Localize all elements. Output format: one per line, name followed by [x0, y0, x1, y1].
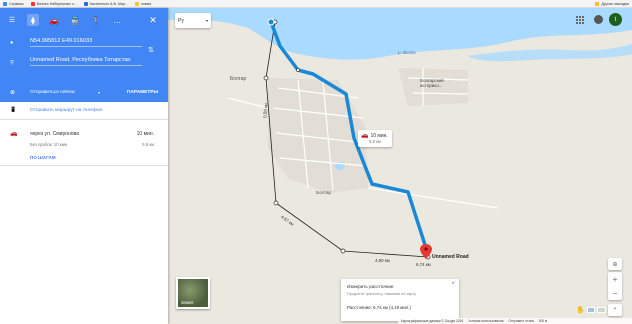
- folder-icon: [595, 2, 600, 6]
- my-location-button[interactable]: ⊕: [608, 258, 622, 270]
- apps-grid-icon[interactable]: [576, 16, 584, 24]
- route-via: через ул. Смиронова: [30, 131, 79, 137]
- details-link[interactable]: ПО ШАГАМ: [30, 155, 56, 160]
- dropdown-arrow-icon: ▾: [98, 90, 101, 95]
- zoom-out-button[interactable]: −: [613, 289, 618, 298]
- route-traffic: Без пробок: 10 мин.: [30, 142, 69, 147]
- departure-row: ⊕ Отправиться сейчас ▾ ПАРАМЕТРЫ: [0, 84, 168, 102]
- dropdown-arrow-icon: ▾: [205, 18, 208, 23]
- route-distance: 5,9 км: [142, 142, 154, 147]
- add-stop-icon[interactable]: ⊕: [10, 89, 15, 96]
- zoom-controls: + −: [608, 272, 622, 300]
- destination-label: Unnamed Road: [432, 254, 469, 260]
- scale-label: 500 м: [538, 319, 548, 323]
- bookmark-apps[interactable]: Сервисы: [3, 1, 24, 6]
- origin-dot: [267, 18, 275, 26]
- map-canvas[interactable]: Болгар Болтар Болгарский историко... р. …: [168, 8, 632, 324]
- travel-mode-transit-icon[interactable]: 🚆: [69, 14, 81, 26]
- travel-mode-car-icon[interactable]: 🚗: [48, 14, 60, 26]
- travel-mode-walk-icon[interactable]: 🚶: [90, 14, 102, 26]
- other-bookmarks[interactable]: Другие закладки: [595, 0, 629, 7]
- route-time: 10 мин.: [136, 131, 154, 137]
- browser-window: Сервисы Бизнес Набережных с... Касательн…: [0, 0, 632, 324]
- bookmark-favicon-icon: [30, 1, 35, 6]
- origin-marker-icon: ●: [10, 40, 14, 46]
- bookmarks-bar: Сервисы Бизнес Набережных с... Касательн…: [0, 0, 632, 8]
- river-branch: [468, 44, 632, 62]
- car-icon: 🚗: [361, 133, 369, 139]
- crosshair-icon: ⊕: [612, 261, 618, 268]
- attribution-bar: Картографические данные © Google 2016 Ус…: [398, 318, 632, 324]
- pegman-icon[interactable]: ✋: [576, 306, 585, 314]
- destination-marker-icon: ⚲: [10, 60, 15, 66]
- destination-field[interactable]: Unnamed Road, Республика Татарстан: [30, 55, 142, 66]
- river-label: р. Волга: [398, 50, 416, 55]
- car-icon: 🚗: [10, 131, 18, 137]
- route-callout[interactable]: 🚗 10 мин. 5,9 км: [358, 130, 392, 147]
- expand-button[interactable]: ⌃: [608, 304, 622, 316]
- feedback-link[interactable]: Отправить отзыв: [508, 319, 533, 323]
- zoom-in-button[interactable]: +: [613, 275, 618, 284]
- origin-field[interactable]: N54.995812 E49.016033: [30, 36, 142, 47]
- map-drawing: [168, 8, 632, 260]
- directions-sidebar: ☰ ⧫ 🚗 🚆 🚶 … ✕ ● N54.995812 E49.016033 ⚲ …: [0, 8, 168, 324]
- satellite-toggle[interactable]: Земля: [176, 277, 210, 309]
- bookmark-business[interactable]: Бизнес Набережных с...: [30, 1, 77, 6]
- place-label-bogatar: Болтар: [316, 190, 331, 195]
- depart-now-dropdown[interactable]: Отправиться сейчас: [30, 90, 75, 95]
- place-label-bolgar: Болгар: [230, 76, 247, 82]
- options-button[interactable]: ПАРАМЕТРЫ: [127, 90, 158, 95]
- segment-label: 4,90 км: [375, 258, 390, 263]
- folder-icon: [134, 1, 139, 6]
- send-to-phone-row[interactable]: 📱 Отправить маршрут на телефон: [0, 102, 168, 120]
- bookmark-new[interactable]: новые: [134, 1, 151, 6]
- swap-icon[interactable]: ⇅: [148, 46, 154, 54]
- close-icon[interactable]: ×: [451, 281, 455, 287]
- place-label-historic: Болгарский историко...: [420, 78, 444, 88]
- terms-link[interactable]: Условия использования: [468, 319, 503, 323]
- search-box-text: Ру: [178, 17, 184, 24]
- bookmark-mar[interactable]: Касательно А.В. Мар...: [83, 1, 128, 6]
- more-modes-icon[interactable]: …: [111, 14, 123, 26]
- menu-button[interactable]: ☰: [6, 14, 18, 26]
- user-avatar[interactable]: t: [609, 13, 622, 26]
- segment-label: 6,74 км: [416, 262, 431, 267]
- search-box[interactable]: Ру ▾: [175, 13, 211, 28]
- measure-distance-panel: Измерить расстояние Продлите трансекту, …: [341, 279, 459, 321]
- notifications-icon[interactable]: [594, 15, 603, 24]
- directions-header: ☰ ⧫ 🚗 🚆 🚶 … ✕ ● N54.995812 E49.016033 ⚲ …: [0, 8, 168, 102]
- phone-icon: 📱: [10, 107, 17, 113]
- route-option-card[interactable]: 🚗 через ул. Смиронова 10 мин. Без пробок…: [0, 126, 168, 166]
- travel-mode-row: ☰ ⧫ 🚗 🚆 🚶 … ✕: [0, 14, 168, 26]
- bookmark-favicon-icon: [83, 1, 88, 6]
- travel-mode-best-icon[interactable]: ⧫: [27, 14, 39, 26]
- apps-icon: [3, 1, 7, 6]
- expand-icon: ⌃: [612, 307, 618, 314]
- close-directions-button[interactable]: ✕: [147, 14, 159, 26]
